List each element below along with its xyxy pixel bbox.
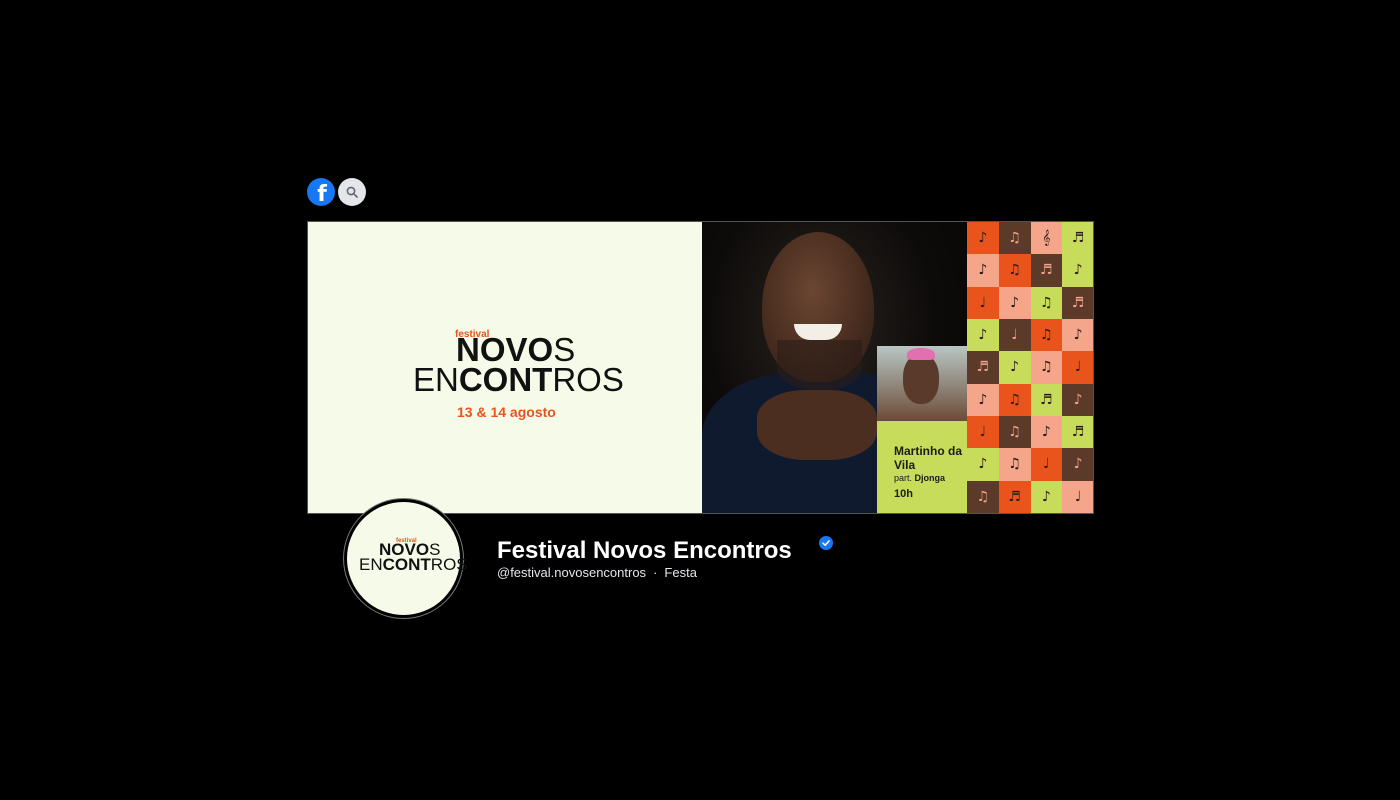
pattern-tile: ♫: [1030, 286, 1063, 319]
guest-hair: [907, 348, 935, 360]
pattern-tile: ♫: [998, 254, 1031, 287]
page-handle: @festival.novosencontros: [497, 565, 647, 580]
page-name[interactable]: Festival Novos Encontros: [497, 537, 792, 565]
page-meta: @festival.novosencontros · Festa: [497, 565, 697, 580]
pattern-tile: ♩: [967, 286, 999, 319]
pattern-tile: ♪: [1062, 254, 1093, 287]
guest-face: [903, 354, 939, 404]
pattern-tile: ♩: [998, 318, 1031, 352]
promo-time: 10h: [894, 488, 913, 500]
profile-avatar[interactable]: festival NOVOS ENCONTROS: [344, 499, 468, 618]
pattern-tile: ♪: [1030, 415, 1063, 449]
instrument-pattern: ♪ ♫ 𝄞 ♬ ♪ ♫ ♬ ♪ ♩ ♪ ♫ ♬ ♪ ♩ ♫ ♪ ♬ ♪ ♫ ♩ ♪ ♫ ♬ ♪ ♩ ♫ ♪ ♬ ♪ ♫ ♩ ♪ ♫ ♬ ♪ ♩: [967, 222, 1093, 513]
pattern-tile: ♪: [1062, 448, 1093, 481]
pattern-tile: ♩: [1062, 480, 1093, 513]
pattern-tile: ♫: [998, 383, 1031, 416]
avatar-logo-line-2: ENCONTROS: [359, 555, 468, 574]
pattern-tile: ♪: [998, 351, 1031, 384]
artist-beard: [777, 340, 862, 390]
festival-date: 13 & 14 agosto: [457, 404, 556, 420]
page-category[interactable]: Festa: [664, 565, 697, 580]
pattern-tile: ♩: [1062, 351, 1093, 384]
pattern-tile: ♬: [998, 480, 1031, 513]
pattern-tile: ♫: [998, 448, 1031, 481]
pattern-tile: ♪: [967, 383, 999, 416]
pattern-tile: ♪: [1062, 318, 1093, 352]
logo-line-2-a: EN: [413, 361, 459, 398]
cover-photo[interactable]: festival NOVOS ENCONTROS 13 & 14 agosto …: [307, 221, 1094, 514]
facebook-logo[interactable]: f: [307, 178, 335, 207]
pattern-tile: ♪: [967, 318, 999, 352]
facebook-logo-glyph: f: [317, 182, 327, 207]
promo-part-name: Djonga: [914, 473, 946, 483]
artist-hands: [757, 390, 877, 460]
pattern-tile: ♪: [998, 286, 1031, 319]
pattern-tile: ♫: [967, 480, 999, 513]
pattern-tile: ♫: [1030, 351, 1063, 384]
logo-line-2-b: CONT: [458, 361, 553, 398]
pattern-tile: ♩: [967, 415, 999, 449]
avatar-line-2-c: ROS: [430, 555, 468, 574]
pattern-tile: ♫: [1030, 318, 1063, 352]
pattern-tile: ♪: [1030, 480, 1063, 513]
verified-badge-icon: [819, 536, 833, 550]
pattern-tile: ♬: [1030, 254, 1063, 287]
avatar-line-2-b: CONT: [382, 555, 431, 574]
pattern-tile: ♬: [967, 351, 999, 384]
pattern-tile: ♩: [1030, 448, 1063, 481]
promo-featuring: part. Djonga: [894, 473, 964, 484]
search-button[interactable]: [338, 178, 366, 206]
logo-line-2-c: ROS: [552, 361, 624, 398]
guest-photo: [877, 346, 967, 421]
meta-separator: ·: [653, 565, 658, 580]
promo-artist-name: Martinho da Vila: [894, 444, 962, 472]
pattern-tile: ♫: [998, 222, 1031, 255]
logo-line-2: ENCONTROS: [413, 363, 624, 396]
pattern-tile: ♪: [1062, 383, 1093, 416]
pattern-tile: ♬: [1062, 286, 1093, 319]
promo-part-prefix: part.: [894, 473, 913, 483]
promo-text: Martinho da Vila part. Djonga 10h: [894, 444, 964, 500]
pattern-tile: ♬: [1062, 222, 1093, 255]
cover-logo-panel: festival NOVOS ENCONTROS 13 & 14 agosto: [308, 222, 702, 513]
lineup-promo-card: Martinho da Vila part. Djonga 10h: [877, 346, 967, 513]
pattern-tile: ♪: [967, 222, 999, 255]
pattern-tile: ♪: [967, 448, 999, 481]
search-icon: [346, 186, 358, 198]
pattern-tile: 𝄞: [1030, 222, 1063, 255]
pattern-tile: ♬: [1030, 383, 1063, 416]
pattern-tile: ♫: [998, 415, 1031, 449]
pattern-tile: ♬: [1062, 415, 1093, 449]
avatar-line-2-a: EN: [359, 555, 383, 574]
pattern-tile: ♪: [967, 254, 999, 287]
